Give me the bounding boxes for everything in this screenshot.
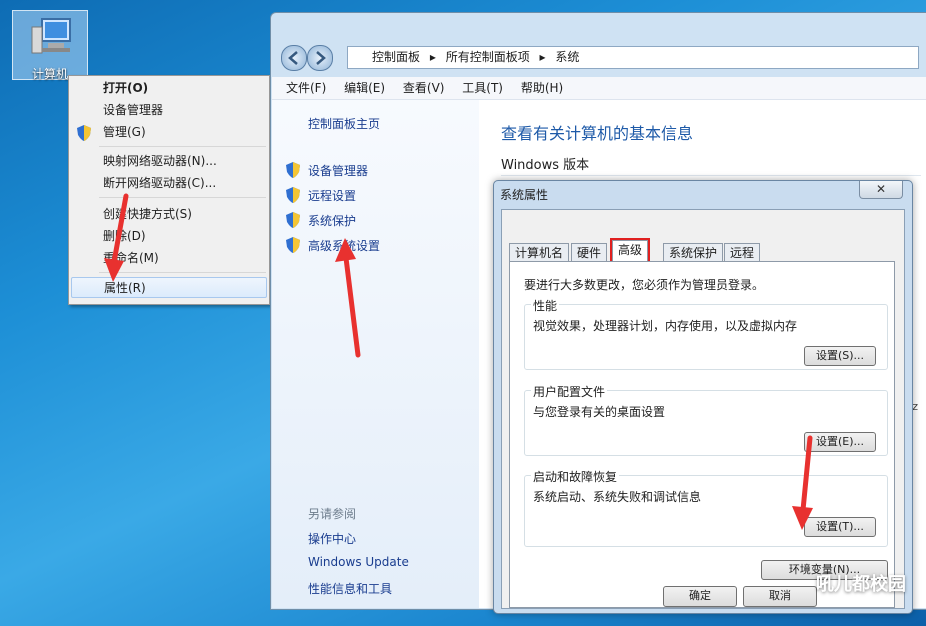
arrow-to-properties [104, 193, 129, 282]
arrow-to-advanced-settings [335, 238, 361, 358]
arrow-to-env-variables [792, 435, 813, 530]
watermark: 吼儿都校园 [816, 574, 906, 595]
annotation-arrows [104, 193, 813, 530]
